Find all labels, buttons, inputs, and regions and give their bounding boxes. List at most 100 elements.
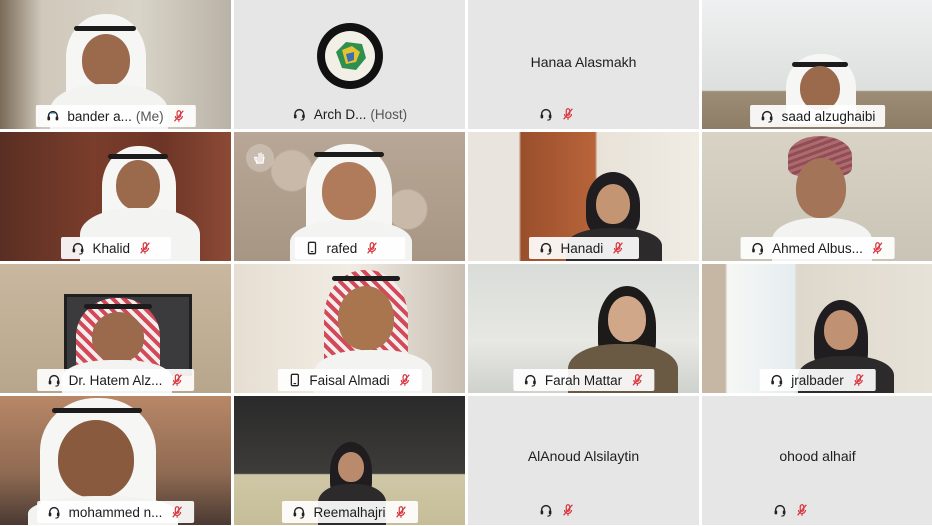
participant-name: rafed (326, 240, 358, 256)
video-person-face (82, 34, 130, 86)
name-plate: Hanadi (528, 237, 639, 259)
video-person-face (824, 310, 858, 350)
name-plate: mohammed n... (36, 501, 195, 523)
name-plate: jralbader (759, 369, 876, 391)
headset-active-icon (45, 109, 59, 123)
participant-tile-hanaa[interactable]: Hanaa Alasmakh (468, 0, 699, 129)
video-person-face (116, 160, 160, 210)
participant-name: Ahmed Albus... (772, 240, 863, 256)
video-person-igal (84, 304, 152, 309)
participant-tile-khalid[interactable]: Khalid (0, 132, 231, 261)
headset-icon (47, 373, 61, 387)
participant-name: Reemalhajri (313, 504, 386, 520)
video-person-face (608, 296, 646, 342)
video-person-igal (74, 26, 136, 31)
headset-icon (760, 109, 774, 123)
participant-tile-jralbader[interactable]: jralbader (702, 264, 932, 393)
headset-icon (291, 505, 305, 519)
headset-icon (539, 503, 553, 517)
video-person-face (796, 158, 846, 218)
mic-muted-icon (871, 241, 885, 255)
name-plate: Ahmed Albus... (740, 237, 895, 259)
video-person-igal (314, 152, 384, 157)
mic-muted-icon (630, 373, 644, 387)
video-person-igal (108, 154, 168, 159)
participant-name: Arch D... (313, 106, 367, 122)
mic-muted-icon (611, 241, 625, 255)
name-plate (529, 103, 639, 125)
headset-icon (769, 373, 783, 387)
headset-icon (539, 107, 553, 121)
headset-icon (47, 505, 61, 519)
name-plate: bander a... (Me) (35, 105, 196, 127)
name-plate: Dr. Hatem Alz... (36, 369, 195, 391)
participant-tile-hatem[interactable]: Dr. Hatem Alz... (0, 264, 231, 393)
mic-muted-icon (394, 505, 408, 519)
mic-muted-icon (795, 503, 809, 517)
participant-tile-ahmed[interactable]: Ahmed Albus... (702, 132, 932, 261)
video-person-face (800, 66, 840, 110)
name-plate: Farah Mattar (512, 369, 655, 391)
name-plate: Arch D... (Host) (282, 103, 417, 125)
headset-icon (71, 241, 85, 255)
video-person-face (92, 312, 144, 362)
name-plate: Khalid (60, 237, 171, 259)
participant-name: bander a... (67, 108, 132, 124)
name-plate: Faisal Almadi (277, 369, 422, 391)
me-tag: (Me) (135, 108, 164, 124)
mic-muted-icon (561, 503, 575, 517)
participant-tile-arch[interactable]: Arch D... (Host) (234, 0, 465, 129)
video-person-face (322, 162, 376, 220)
participant-tile-mohammed[interactable]: mohammed n... (0, 396, 231, 525)
participant-tile-ohood[interactable]: ohood alhaif (702, 396, 932, 525)
participant-name: mohammed n... (68, 504, 163, 520)
participant-name-center: AlAnoud Alsilaytin (527, 448, 640, 464)
participant-name: Khalid (92, 240, 131, 256)
phone-icon (305, 241, 319, 255)
participant-tile-bander[interactable]: bander a... (Me) (0, 0, 231, 129)
video-person-face (338, 452, 364, 482)
headset-icon (539, 241, 553, 255)
video-person-face (596, 184, 630, 224)
name-plate (763, 499, 873, 521)
mic-muted-icon (365, 241, 379, 255)
name-plate: saad alzughaibi (749, 105, 886, 127)
name-plate (529, 499, 639, 521)
participant-tile-farah[interactable]: Farah Mattar (468, 264, 699, 393)
participant-tile-faisal[interactable]: Faisal Almadi (234, 264, 465, 393)
video-person-face (338, 286, 394, 350)
mic-muted-icon (561, 107, 575, 121)
name-plate: Reemalhajri (281, 501, 418, 523)
phone-icon (287, 373, 301, 387)
name-plate: rafed (294, 237, 405, 259)
mic-muted-icon (138, 241, 152, 255)
headset-icon (773, 503, 787, 517)
mic-muted-icon (398, 373, 412, 387)
participant-tile-saad[interactable]: saad alzughaibi (702, 0, 932, 129)
mic-muted-icon (172, 109, 186, 123)
participant-tile-hanadi[interactable]: Hanadi (468, 132, 699, 261)
participant-name-center: ohood alhaif (779, 448, 856, 464)
participant-tile-alanoud[interactable]: AlAnoud Alsilaytin (468, 396, 699, 525)
headset-icon (750, 241, 764, 255)
participant-name: jralbader (791, 372, 844, 388)
participant-name: Farah Mattar (544, 372, 623, 388)
participant-name-center: Hanaa Alasmakh (530, 54, 637, 70)
participant-name: Dr. Hatem Alz... (68, 372, 163, 388)
participant-name: saad alzughaibi (781, 108, 876, 124)
mic-muted-icon (852, 373, 866, 387)
headset-icon (523, 373, 537, 387)
participant-name: Faisal Almadi (309, 372, 390, 388)
raise-hand-icon (246, 144, 274, 172)
headset-icon (292, 107, 306, 121)
participant-name: Hanadi (560, 240, 604, 256)
participant-tile-reemalhajri[interactable]: Reemalhajri (234, 396, 465, 525)
video-person-igal (332, 276, 400, 281)
host-tag: (Host) (370, 106, 408, 122)
video-person-face (58, 420, 134, 498)
mic-muted-icon (170, 505, 184, 519)
mic-muted-icon (170, 373, 184, 387)
gcc-logo-icon (316, 23, 383, 89)
video-person-igal (52, 408, 142, 413)
participant-tile-rafed[interactable]: rafed (234, 132, 465, 261)
